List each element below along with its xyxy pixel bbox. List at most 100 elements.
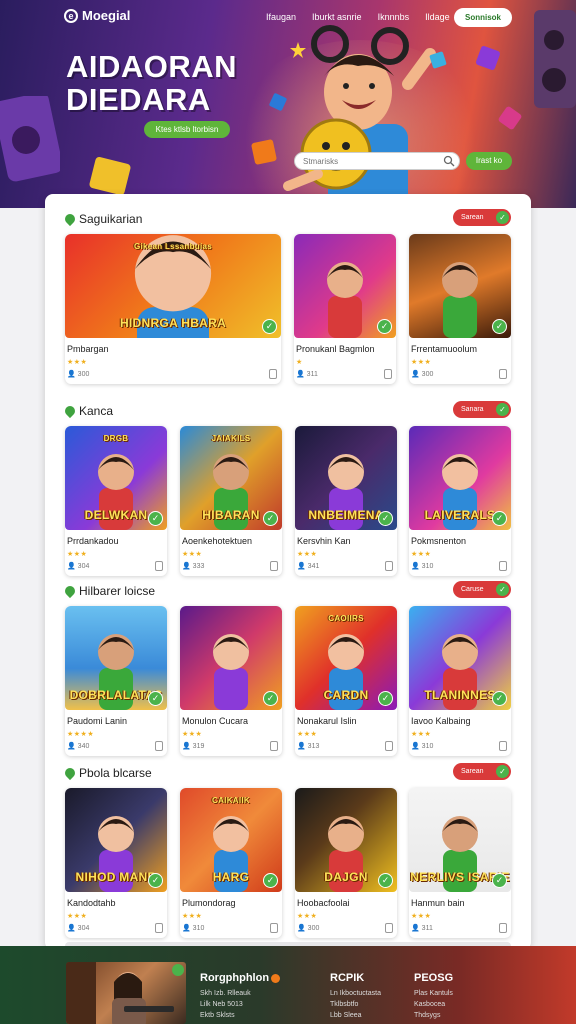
- game-card[interactable]: HARG CAIKAIIK ✓ Plumondorag ★★★ 👤 310: [180, 788, 282, 938]
- user-icon: 👤: [182, 743, 193, 750]
- download-icon[interactable]: [270, 741, 278, 751]
- thumbnail-subtitle-art: CAIKAIIK: [212, 796, 250, 805]
- download-icon[interactable]: [270, 923, 278, 933]
- rating-stars: ★★★: [411, 551, 432, 558]
- check-icon: ✓: [496, 583, 509, 596]
- download-icon[interactable]: [384, 369, 392, 379]
- user-icon: 👤: [296, 371, 307, 378]
- rating-stars: ★★★: [182, 551, 203, 558]
- game-thumbnail: DELWKAN DRGB ✓: [65, 426, 167, 530]
- game-card[interactable]: NERLIVS ISARIE ✓ Hanmun bain ★★★ 👤 311: [409, 788, 511, 938]
- diamond-icon: [498, 106, 522, 130]
- section-see-all-button[interactable]: Caruse ✓: [453, 581, 511, 598]
- download-icon[interactable]: [270, 561, 278, 571]
- section-header: Saguikarian: [62, 211, 142, 227]
- game-thumbnail: LAIVERALS ✓: [409, 426, 511, 530]
- game-title: Prrdankadou: [67, 536, 119, 546]
- letter-block-icon: [251, 139, 277, 165]
- rating-stars: ★★★: [297, 551, 318, 558]
- player-count-value: 310: [192, 925, 205, 932]
- game-card[interactable]: HIBARAN JAIAKILS ✓ Aoenkehotektuen ★★★ 👤 333: [180, 426, 282, 576]
- location-pin-icon: [62, 211, 78, 227]
- footer-link[interactable]: Ektb Sklsts: [200, 1010, 280, 1021]
- user-icon: 👤: [67, 563, 78, 570]
- footer-link[interactable]: Tklbsbtfo: [330, 999, 381, 1010]
- rating-stars: ★★★★: [67, 731, 95, 738]
- logo[interactable]: e Moegial: [64, 8, 130, 23]
- verified-check-icon: ✓: [148, 511, 163, 526]
- signin-button[interactable]: Sonnisok: [454, 8, 512, 27]
- search-icon[interactable]: [443, 155, 455, 167]
- download-icon[interactable]: [499, 369, 507, 379]
- footer-link[interactable]: Lbb Sleea: [330, 1010, 381, 1021]
- download-icon[interactable]: [155, 741, 163, 751]
- game-card[interactable]: HIDNRGA HBARA Gikean Lssanbuias ✓ Pmbargan ★…: [65, 234, 281, 384]
- player-count-value: 310: [421, 563, 434, 570]
- rating-stars: ★★★: [297, 913, 318, 920]
- game-thumbnail: HIDNRGA HBARA Gikean Lssanbuias ✓: [65, 234, 281, 338]
- game-thumbnail: NNBEIMENA ✓: [295, 426, 397, 530]
- game-card[interactable]: CARDN CAOIIRS ✓ Nonakarul Islin ★★★ 👤 313: [295, 606, 397, 756]
- player-count: 👤 311: [411, 924, 433, 932]
- section-button-label: Sanara: [461, 406, 484, 413]
- user-icon: 👤: [297, 925, 308, 932]
- game-thumbnail: ✓: [294, 234, 396, 338]
- player-count: 👤 304: [67, 562, 89, 570]
- user-icon: 👤: [297, 743, 308, 750]
- verified-check-icon: ✓: [492, 511, 507, 526]
- game-card[interactable]: DOBRLALATAS ✓ Paudomi Lanin ★★★★ 👤 340: [65, 606, 167, 756]
- game-card[interactable]: ✓ Frrentamuoolum ★★★ 👤 300: [409, 234, 511, 384]
- hero-cta-button[interactable]: Ktes ktlsb ltorbisn: [144, 121, 230, 138]
- game-card[interactable]: ✓ Pronukanl Bagmlon ★ 👤 311: [294, 234, 396, 384]
- download-icon[interactable]: [269, 369, 277, 379]
- footer-link[interactable]: Ln Ikboctuctasta: [330, 988, 381, 999]
- download-icon[interactable]: [385, 923, 393, 933]
- footer-col2-title: RCPIK: [330, 972, 365, 984]
- player-count-value: 313: [307, 743, 320, 750]
- speaker-icon: [0, 96, 60, 182]
- footer-link[interactable]: Skh Izb. Rlleauk: [200, 988, 280, 999]
- footer-link[interactable]: Thdsygs: [414, 1010, 453, 1021]
- rating-stars: ★★★: [67, 359, 88, 366]
- rating-stars: ★★★: [67, 913, 88, 920]
- location-pin-icon: [62, 403, 78, 419]
- game-thumbnail: TLANINNES ✓: [409, 606, 511, 710]
- footer-link[interactable]: Kasbocea: [414, 999, 453, 1010]
- section-see-all-button[interactable]: Sarean ✓: [453, 763, 511, 780]
- download-icon[interactable]: [499, 923, 507, 933]
- section-see-all-button[interactable]: Sanara ✓: [453, 401, 511, 418]
- download-icon[interactable]: [155, 923, 163, 933]
- search-button[interactable]: Irast ko: [466, 152, 512, 170]
- game-card[interactable]: DELWKAN DRGB ✓ Prrdankadou ★★★ 👤 304: [65, 426, 167, 576]
- player-count-value: 300: [307, 925, 320, 932]
- game-title: Frrentamuoolum: [411, 344, 478, 354]
- logo-icon: e: [64, 8, 78, 23]
- download-icon[interactable]: [385, 561, 393, 571]
- thumbnail-subtitle-art: DRGB: [103, 434, 129, 443]
- game-card[interactable]: NIHOD MANB ✓ Kandodtahb ★★★ 👤 304: [65, 788, 167, 938]
- rating-stars: ★★★: [411, 913, 432, 920]
- user-icon: 👤: [67, 925, 78, 932]
- download-icon[interactable]: [499, 741, 507, 751]
- player-count: 👤 340: [67, 742, 89, 750]
- game-card[interactable]: LAIVERALS ✓ Pokmsnenton ★★★ 👤 310: [409, 426, 511, 576]
- footer-link[interactable]: Lilk Neb 5013: [200, 999, 280, 1010]
- footer-link[interactable]: Plas Kantuls: [414, 988, 453, 999]
- download-icon[interactable]: [499, 561, 507, 571]
- section-see-all-button[interactable]: Sarean ✓: [453, 209, 511, 226]
- game-card[interactable]: DAJGN ✓ Hoobacfoolai ★★★ 👤 300: [295, 788, 397, 938]
- user-icon: 👤: [411, 743, 422, 750]
- game-card[interactable]: NNBEIMENA ✓ Kersvhin Kan ★★★ 👤 341: [295, 426, 397, 576]
- game-card[interactable]: TLANINNES ✓ Iavoo Kalbaing ★★★ 👤 310: [409, 606, 511, 756]
- game-title: Hoobacfoolai: [297, 898, 350, 908]
- download-icon[interactable]: [155, 561, 163, 571]
- player-count: 👤 310: [411, 562, 433, 570]
- download-icon[interactable]: [385, 741, 393, 751]
- search-input[interactable]: [294, 152, 460, 170]
- small-cube-icon: [429, 51, 447, 69]
- player-count: 👤 304: [67, 924, 89, 932]
- footer-promo-image[interactable]: [66, 962, 186, 1024]
- game-card[interactable]: ✓ Monulon Cucara ★★★ 👤 319: [180, 606, 282, 756]
- player-count-value: 300: [421, 371, 434, 378]
- game-title: Kandodtahb: [67, 898, 116, 908]
